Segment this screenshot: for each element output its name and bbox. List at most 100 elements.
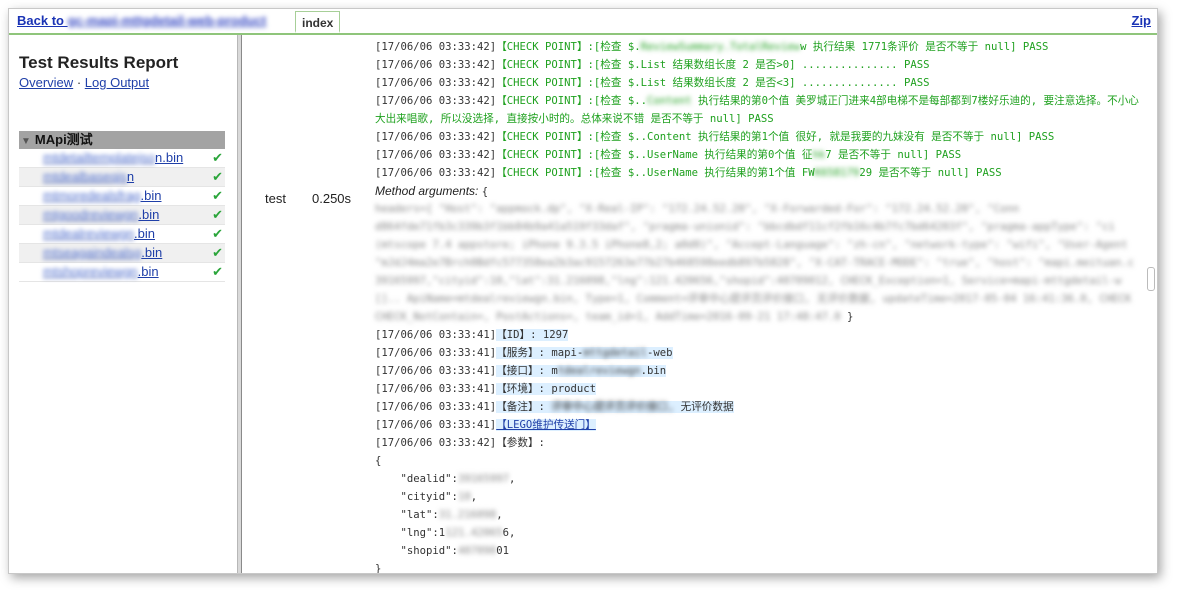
json-value-blurred: 31.216098	[438, 509, 497, 521]
nav-separator: ·	[76, 75, 82, 90]
check-point-line: [17/06/06 03:33:42]【CHECK POINT】:[检查 $..…	[375, 129, 1054, 145]
check-text: 【CHECK POINT】:[检查 $.	[496, 41, 641, 53]
check-text: 【CHECK POINT】:[检查 $..UserName 执行结果的第0个值 …	[496, 149, 813, 161]
method-args-blurred: CHECK_NotContain=, PostActions=, team_id…	[375, 311, 841, 323]
method-args-line: 39165997,"cityid":10,"lat":31.216098,"ln…	[375, 273, 1121, 289]
file-row: mtseagaindealsg.bin ✔	[19, 244, 225, 263]
info-value: 【备注】: 评审中心提评页评价接口, 无评价数据	[496, 401, 734, 413]
file-name-suffix: n.bin	[155, 150, 184, 165]
test-name: test	[265, 191, 286, 206]
check-text: 【CHECK POINT】:[检查 $..Content 执行结果的第1个值 很…	[496, 131, 1055, 143]
scrollbar-thumb[interactable]	[1147, 267, 1155, 291]
log-timestamp: [17/06/06 03:33:42]	[375, 59, 497, 71]
check-text-tail: 执行结果的第0个值 美罗城正门进来4部电梯不是每部都到7楼好乐迪的, 要注意选择…	[691, 95, 1139, 107]
file-name-suffix: .bin	[141, 245, 163, 260]
info-blurred: mttgdetail	[583, 347, 647, 359]
json-brace: {	[375, 453, 381, 469]
overview-link[interactable]: Overview	[19, 75, 73, 90]
file-link[interactable]: mtshopreviewgn.bin	[43, 263, 159, 281]
log-output-link[interactable]: Log Output	[85, 75, 149, 90]
file-link[interactable]: mtdealreviewgn.bin	[43, 225, 155, 243]
tab-index[interactable]: index	[295, 11, 341, 33]
check-text: 【CHECK POINT】:[检查 $.List 结果数组长度 2 是否>0] …	[496, 59, 930, 71]
info-value: 【服务】: mapi-mttgdetail-web	[496, 347, 673, 359]
json-param-line: "lng":1121.420656,	[375, 525, 516, 541]
pass-check-icon: ✔	[212, 245, 223, 260]
log-timestamp: [17/06/06 03:33:41]	[375, 329, 497, 341]
check-point-line: [17/06/06 03:33:42]【CHECK POINT】:[检查 $.L…	[375, 75, 929, 91]
pass-check-icon: ✔	[212, 150, 223, 165]
check-text-tail: w 执行结果 1771条评价 是否不等于 null] PASS	[800, 41, 1049, 53]
json-value-blurred: 10	[457, 491, 471, 503]
method-args-blurred: headers={ "Host": "appmock.dp", "X-Real-…	[375, 203, 1020, 215]
method-args-open: {	[481, 186, 489, 198]
json-value-blurred: 407090	[457, 545, 497, 557]
json-value-blurred: 39165997	[457, 473, 509, 485]
file-link[interactable]: mtdealbaseqjsn	[43, 168, 134, 186]
file-row: mtdealbaseqjsn ✔	[19, 168, 225, 187]
log-timestamp: [17/06/06 03:33:41]	[375, 347, 497, 359]
method-args-line: CHECK_NotContain=, PostActions=, team_id…	[375, 309, 853, 325]
file-row: mtmoredealsfrag.bin ✔	[19, 187, 225, 206]
method-args-line: [].. ApiName=mtdealreviewgn.bin, Type=1,…	[375, 291, 1131, 307]
method-args-line: (mtscope 7.4 appstore; iPhone 9.3.5 iPho…	[375, 237, 1128, 253]
info-text: 【接口】: m	[496, 365, 558, 377]
json-value-tail: ,	[508, 473, 516, 485]
file-row: mtdetailtemplatejson.bin ✔	[19, 149, 225, 168]
check-text: 【CHECK POINT】:[检查 $..	[496, 95, 647, 107]
pass-check-icon: ✔	[212, 226, 223, 241]
info-text: 【环境】: product	[496, 383, 596, 395]
test-detail-pane: test 0.250s [17/06/06 03:33:42]【CHECK PO…	[242, 35, 1157, 573]
check-text-tail: 29 是否不等于 null] PASS	[859, 167, 1002, 179]
info-text-tail: .bin	[640, 365, 667, 377]
file-link[interactable]: mtdetailtemplatejson.bin	[43, 149, 183, 167]
back-link[interactable]: Back to gc-mapi-mttgdetail-web-product	[17, 13, 266, 28]
file-link[interactable]: mtseagaindealsg.bin	[43, 244, 162, 262]
file-name-blurred: mtshopreviewgn	[43, 264, 138, 279]
method-args-line: headers={ "Host": "appmock.dp", "X-Real-…	[375, 201, 1019, 217]
collapse-triangle-icon[interactable]: ▼	[21, 136, 31, 147]
file-link[interactable]: mtmoredealsfrag.bin	[43, 187, 162, 205]
info-value: 【环境】: product	[496, 383, 596, 395]
file-name-blurred: mtdealbaseqjs	[43, 169, 127, 184]
info-line: [17/06/06 03:33:41]【接口】: mtdealreviewgn.…	[375, 363, 667, 379]
file-name-blurred: mtgoodreviewgn	[43, 207, 139, 222]
file-link[interactable]: mtgoodreviewgn.bin	[43, 206, 159, 224]
log-timestamp: [17/06/06 03:33:42]	[375, 437, 497, 449]
params-line: [17/06/06 03:33:42]【参数】:	[375, 435, 545, 451]
sidebar: Test Results Report Overview · Log Outpu…	[9, 35, 237, 573]
json-key: "shopid"	[400, 545, 452, 557]
info-text: 【ID】: 1297	[496, 329, 569, 341]
zip-link[interactable]: Zip	[1132, 13, 1152, 28]
file-row: mtgoodreviewgn.bin ✔	[19, 206, 225, 225]
json-brace: }	[375, 561, 381, 573]
json-value-blurred: 121.42065	[445, 527, 503, 539]
file-name-blurred: mtdetailtemplatejso	[43, 150, 155, 165]
lego-link[interactable]: 【LEGO维护传送门】	[496, 419, 596, 431]
method-args-label: Method arguments:	[375, 184, 482, 198]
json-value-tail: ,	[470, 491, 478, 503]
info-text-tail: -web	[647, 347, 673, 359]
pass-check-icon: ✔	[212, 207, 223, 222]
info-blurred: tdealreviewgn	[557, 365, 641, 377]
check-point-line: [17/06/06 03:33:42]【CHECK POINT】:[检查 $..…	[375, 165, 1002, 181]
file-name-suffix: .bin	[134, 226, 156, 241]
file-row: mtshopreviewgn.bin ✔	[19, 263, 225, 282]
method-args-blurred: (mtscope 7.4 appstore; iPhone 9.3.5 iPho…	[375, 239, 1128, 251]
json-colon: :	[432, 509, 439, 521]
file-row: mtdealreviewgn.bin ✔	[19, 225, 225, 244]
log-timestamp: [17/06/06 03:33:42]	[375, 95, 497, 107]
check-text: 【CHECK POINT】:[检查 $..UserName 执行结果的第1个值 …	[496, 167, 815, 179]
params-label: 【参数】:	[496, 437, 545, 449]
info-blurred: 评审中心提评页评价接口,	[551, 401, 681, 413]
report-nav: Overview · Log Output	[19, 75, 149, 90]
lego-line: [17/06/06 03:33:41]【LEGO维护传送门】	[375, 417, 596, 433]
log-timestamp: [17/06/06 03:33:42]	[375, 77, 497, 89]
info-line: [17/06/06 03:33:41]【环境】: product	[375, 381, 596, 397]
info-text-tail: 无评价数据	[680, 401, 734, 413]
file-name-suffix: .bin	[137, 264, 159, 279]
file-name-suffix: n	[126, 169, 135, 184]
suite-header[interactable]: ▼ MApi测试	[19, 131, 225, 149]
